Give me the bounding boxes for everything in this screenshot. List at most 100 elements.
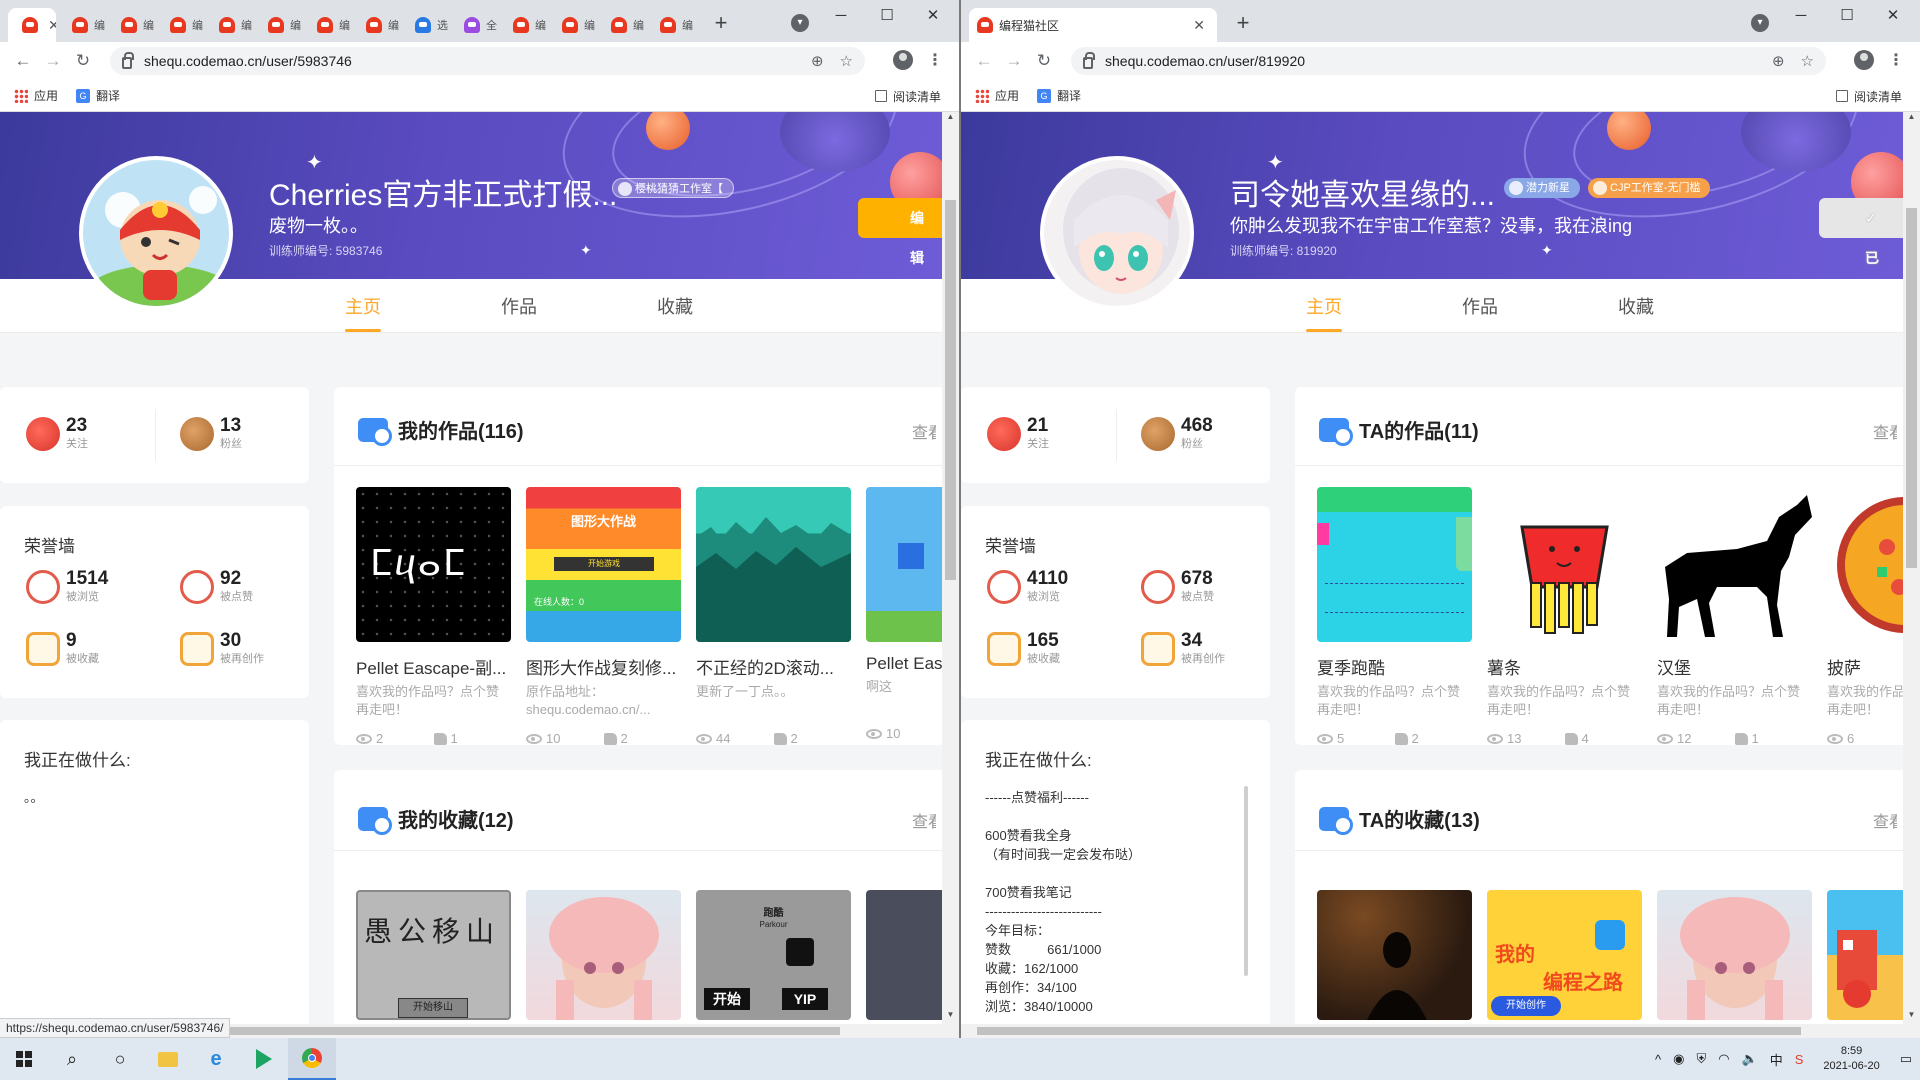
- doing-scrollbar[interactable]: [1244, 786, 1248, 976]
- tab-works[interactable]: 作品: [1462, 293, 1498, 319]
- scroll-down-icon[interactable]: ▼: [942, 1010, 959, 1024]
- address-bar[interactable]: shequ.codemao.cn/user/5983746 ⊕ ☆: [110, 47, 865, 75]
- view-more-link[interactable]: 查看: [1873, 808, 1897, 832]
- scroll-thumb[interactable]: [1906, 208, 1917, 568]
- work-card[interactable]: 图形大作战 开始游戏 在线人数：0 图形大作战复刻修... 原作品地址：sheq…: [526, 487, 681, 746]
- star-icon[interactable]: ☆: [1801, 52, 1814, 70]
- task-view-icon[interactable]: ○: [96, 1038, 144, 1080]
- profile-icon[interactable]: [893, 50, 913, 70]
- tab-home[interactable]: 主页: [345, 293, 381, 332]
- scroll-thumb[interactable]: [945, 200, 956, 580]
- tab[interactable]: 编: [205, 8, 254, 42]
- bookmark-translate[interactable]: G 翻译: [76, 87, 120, 104]
- followers-stat[interactable]: 13 粉丝: [180, 416, 242, 451]
- collection-thumbnail[interactable]: 跑酷 Parkour 开始 YIP: [696, 890, 851, 1020]
- zoom-icon[interactable]: ⊕: [1772, 52, 1785, 70]
- view-more-link[interactable]: 查看: [912, 808, 936, 832]
- maximize-icon[interactable]: ☐: [864, 2, 910, 30]
- close-window-icon[interactable]: ✕: [910, 2, 956, 30]
- collection-thumbnail[interactable]: [1657, 890, 1812, 1020]
- reading-list[interactable]: 阅读清单: [1835, 80, 1902, 112]
- collection-thumbnail[interactable]: 愚公移山 开始移山: [356, 890, 511, 1020]
- scroll-up-icon[interactable]: ▲: [942, 112, 959, 126]
- following-stat[interactable]: 21 关注: [987, 416, 1049, 451]
- horizontal-scrollbar[interactable]: [961, 1024, 1920, 1038]
- edit-button[interactable]: 编辑: [858, 198, 942, 266]
- star-icon[interactable]: ☆: [840, 52, 853, 70]
- back-arrow-icon[interactable]: ←: [8, 51, 38, 71]
- reload-icon[interactable]: ↻: [68, 51, 98, 71]
- work-card[interactable]: 夏季跑酷 喜欢我的作品吗？点个赞再走吧！ 5 2: [1317, 487, 1472, 746]
- view-more-link[interactable]: 查看: [912, 419, 936, 443]
- bookmark-translate[interactable]: G 翻译: [1037, 87, 1081, 104]
- collection-thumbnail[interactable]: [1827, 890, 1903, 1020]
- back-arrow-icon[interactable]: ←: [969, 51, 999, 71]
- tab[interactable]: 编: [499, 8, 548, 42]
- vertical-scrollbar[interactable]: ▲ ▼: [1903, 112, 1920, 1024]
- ime-icon[interactable]: 中: [1770, 1050, 1783, 1069]
- close-window-icon[interactable]: ✕: [1870, 2, 1916, 30]
- tab-home[interactable]: 主页: [1306, 293, 1342, 332]
- view-more-link[interactable]: 查看: [1873, 419, 1897, 443]
- tab[interactable]: 编: [303, 8, 352, 42]
- tab-collections[interactable]: 收藏: [1618, 293, 1654, 319]
- clock[interactable]: 8:59 2021-06-20: [1815, 1044, 1887, 1074]
- shield-icon[interactable]: ⛨: [1696, 1051, 1706, 1067]
- tab-search-icon[interactable]: ▾: [791, 14, 809, 32]
- qq-icon[interactable]: ◉: [1673, 1051, 1684, 1067]
- file-explorer-icon[interactable]: [144, 1038, 192, 1080]
- close-icon[interactable]: ✕: [1189, 17, 1209, 34]
- tab-works[interactable]: 作品: [501, 293, 537, 319]
- tab[interactable]: 编: [646, 8, 695, 42]
- vertical-scrollbar[interactable]: ▲ ▼: [942, 112, 959, 1024]
- work-card[interactable]: 不正经的2D滚动... 更新了一丁点。。 44 2: [696, 487, 851, 746]
- collection-thumbnail[interactable]: 我的 编程之路 开始创作: [1487, 890, 1642, 1020]
- tab[interactable]: 编: [156, 8, 205, 42]
- scroll-thumb[interactable]: [977, 1027, 1801, 1035]
- tab[interactable]: 编: [254, 8, 303, 42]
- notification-icon[interactable]: ▭: [1900, 1051, 1912, 1067]
- collection-thumbnail[interactable]: [1317, 890, 1472, 1020]
- collection-thumbnail[interactable]: [866, 890, 942, 1020]
- tab-active[interactable]: ✕: [8, 8, 56, 42]
- scroll-up-icon[interactable]: ▲: [1903, 112, 1920, 126]
- work-card[interactable]: ⵎⴗⴰⵎ Pellet Eascape-副... 喜欢我的作品吗？点个赞再走吧！…: [356, 487, 511, 746]
- tab[interactable]: 选: [401, 8, 450, 42]
- minimize-icon[interactable]: ─: [818, 2, 864, 30]
- tab-collections[interactable]: 收藏: [657, 293, 693, 319]
- tab-active[interactable]: 编程猫社区 ✕: [969, 8, 1217, 42]
- rising-star-badge[interactable]: 潜力新星: [1504, 178, 1580, 198]
- followed-button[interactable]: ✓ 已关: [1819, 198, 1903, 266]
- tab[interactable]: 全: [450, 8, 499, 42]
- studio-badge[interactable]: 樱桃猜猜工作室【: [612, 178, 734, 198]
- forward-arrow-icon[interactable]: →: [999, 51, 1029, 71]
- start-button[interactable]: [0, 1038, 48, 1080]
- work-card[interactable]: Pellet Eas 啊这 10: [866, 487, 942, 741]
- media-player-icon[interactable]: [240, 1038, 288, 1080]
- address-bar[interactable]: shequ.codemao.cn/user/819920 ⊕ ☆: [1071, 47, 1826, 75]
- followers-stat[interactable]: 468 粉丝: [1141, 416, 1213, 451]
- tab[interactable]: 编: [548, 8, 597, 42]
- new-tab-button[interactable]: +: [1229, 10, 1257, 38]
- scroll-down-icon[interactable]: ▼: [1903, 1010, 1920, 1024]
- menu-kebab-icon[interactable]: ⋮: [1888, 50, 1904, 70]
- work-card[interactable]: 汉堡 喜欢我的作品吗？点个赞再走吧！ 12 1: [1657, 487, 1812, 746]
- chrome-icon[interactable]: [288, 1038, 336, 1080]
- maximize-icon[interactable]: ☐: [1824, 2, 1870, 30]
- reload-icon[interactable]: ↻: [1029, 51, 1059, 71]
- reading-list[interactable]: 阅读清单: [874, 80, 941, 112]
- work-card[interactable]: 薯条 喜欢我的作品吗？点个赞再走吧！ 13 4: [1487, 487, 1642, 746]
- bookmark-apps[interactable]: 应用: [975, 87, 1019, 104]
- tab[interactable]: 编: [352, 8, 401, 42]
- profile-icon[interactable]: [1854, 50, 1874, 70]
- app-tray-icon[interactable]: S: [1795, 1052, 1804, 1067]
- forward-arrow-icon[interactable]: →: [38, 51, 68, 71]
- show-hidden-icon[interactable]: ^: [1655, 1052, 1661, 1067]
- tab-search-icon[interactable]: ▾: [1751, 14, 1769, 32]
- tab[interactable]: 编: [107, 8, 156, 42]
- tab[interactable]: 编: [597, 8, 646, 42]
- search-icon[interactable]: ⌕: [48, 1038, 96, 1080]
- tab[interactable]: 编: [58, 8, 107, 42]
- new-tab-button[interactable]: +: [707, 10, 735, 38]
- bookmark-apps[interactable]: 应用: [14, 87, 58, 104]
